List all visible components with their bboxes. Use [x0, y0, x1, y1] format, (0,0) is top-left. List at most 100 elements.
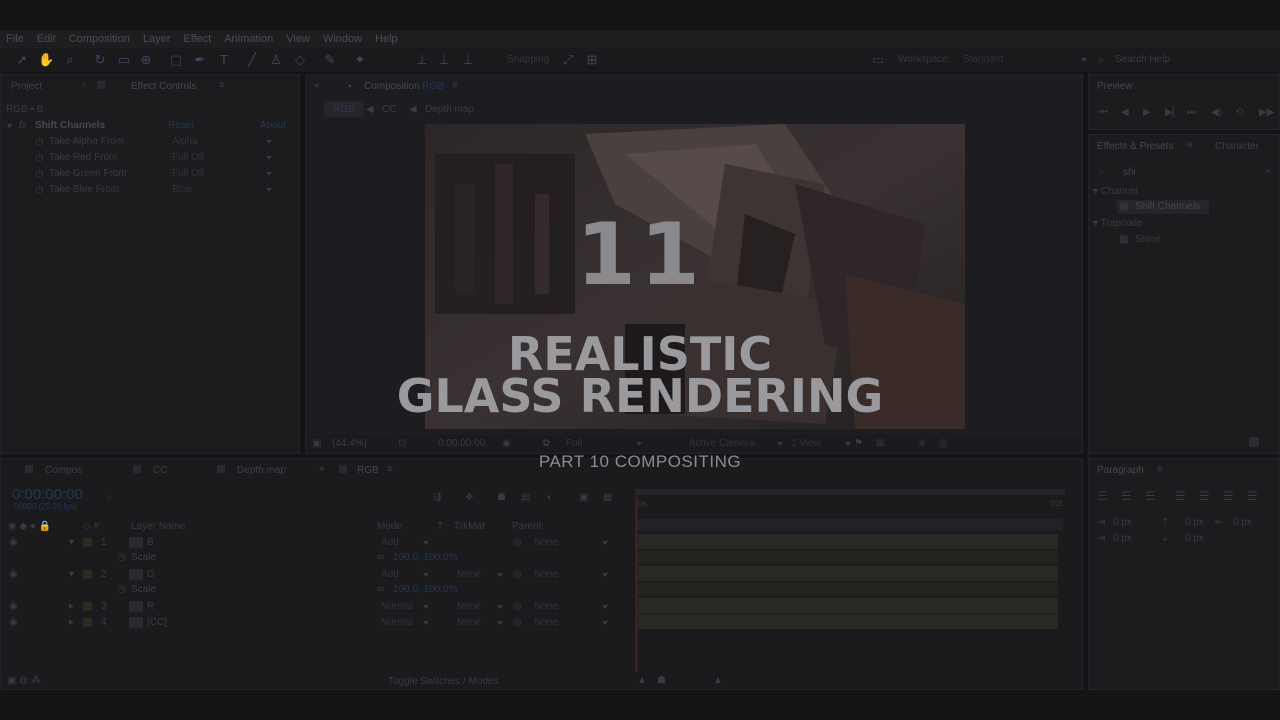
tab-project[interactable]: Project [11, 81, 42, 92]
label-color[interactable] [83, 570, 92, 579]
menu-window[interactable]: Window [323, 33, 362, 45]
zoom-in-icon[interactable]: ▲ [713, 675, 723, 686]
snapping-label[interactable]: Snapping [507, 54, 549, 65]
lock-icon[interactable] [97, 81, 105, 89]
col-layer-name[interactable]: Layer Name [131, 521, 185, 532]
pan-behind-tool-icon[interactable]: ⊕ [138, 52, 154, 68]
layer-bar[interactable] [638, 598, 1058, 613]
flow-depth-map[interactable]: Depth map [425, 104, 474, 115]
parent-select[interactable]: None [534, 617, 608, 628]
align-center-icon[interactable]: ☰ [1121, 489, 1132, 503]
twirl-icon[interactable]: ▸ [69, 601, 74, 612]
menu-layer[interactable]: Layer [143, 33, 171, 45]
align-right-icon[interactable]: ☰ [1145, 489, 1156, 503]
menu-effect[interactable]: Effect [183, 33, 211, 45]
hide-shy-icon[interactable]: ☗ [497, 492, 506, 503]
axis-world-icon[interactable]: ⊥ [436, 52, 452, 68]
eye-icon[interactable]: ◉ [9, 601, 18, 612]
last-frame-icon[interactable]: ⏭ [1187, 107, 1196, 118]
eraser-tool-icon[interactable]: ◇ [292, 52, 308, 68]
rotate-tool-icon[interactable]: ↻ [92, 52, 108, 68]
tab-character[interactable]: Character [1215, 141, 1259, 152]
pen-tool-icon[interactable]: ✒ [192, 52, 208, 68]
scale-value[interactable]: 100.0, 100.0% [393, 584, 458, 595]
puppet-tool-icon[interactable]: ✦ [352, 52, 368, 68]
time-ruler[interactable] [637, 519, 1063, 531]
pickwhip-icon[interactable]: ◎ [513, 537, 522, 548]
brainstorm-icon[interactable]: ▦ [603, 492, 612, 503]
reset-link[interactable]: Reset [168, 120, 194, 131]
prop-select[interactable]: Alpha [172, 136, 272, 147]
about-link[interactable]: About [260, 120, 286, 131]
hand-tool-icon[interactable]: ✋ [38, 52, 54, 68]
workspace-icon[interactable]: ▭ [870, 52, 886, 68]
constrain-icon[interactable]: ∞ [377, 552, 384, 563]
menu-edit[interactable]: Edit [37, 33, 56, 45]
play-icon[interactable]: ▶ [1143, 107, 1151, 118]
zoom-select[interactable]: (44.4%) [332, 438, 367, 449]
twirl-icon[interactable]: ▸ [69, 617, 74, 628]
audio-icon[interactable]: ◀) [1211, 107, 1222, 118]
comp-toggle-icon[interactable]: ▣ ◍ ⁂ [7, 675, 41, 686]
mode-select[interactable]: Add [381, 569, 429, 580]
layer-bar[interactable] [638, 614, 1058, 629]
first-line-indent-value[interactable]: 0 px [1113, 533, 1132, 544]
frame-blending-icon[interactable]: ▤ [521, 492, 530, 503]
align-left-icon[interactable]: ☰ [1097, 489, 1108, 503]
effects-search-input[interactable]: shi [1123, 167, 1136, 178]
zoom-out-icon[interactable]: ▲ [637, 675, 647, 686]
first-frame-icon[interactable]: ⏮ [1099, 107, 1108, 118]
expand-triangle-icon[interactable]: ▾ [7, 121, 12, 132]
justify-left-icon[interactable]: ☰ [1175, 489, 1186, 503]
axis-local-icon[interactable]: ⊥ [414, 52, 430, 68]
close-icon[interactable]: × [81, 80, 87, 91]
toggle-switches-modes[interactable]: Toggle Switches / Modes [388, 676, 499, 687]
stopwatch-icon[interactable]: ◷ [35, 136, 44, 147]
tab-composition-name[interactable]: RGB [422, 81, 444, 92]
stopwatch-icon[interactable]: ◷ [35, 168, 44, 179]
ram-preview-icon[interactable]: ▶▶ [1259, 107, 1274, 118]
menu-composition[interactable]: Composition [69, 33, 130, 45]
snap-icon[interactable]: ⤢ [560, 52, 576, 68]
layer-name[interactable]: B [147, 537, 154, 548]
parent-select[interactable]: None [534, 537, 608, 548]
trkmat-select[interactable]: None [457, 617, 503, 628]
justify-all-icon[interactable]: ☰ [1247, 489, 1258, 503]
grid-icon[interactable]: ⊞ [876, 438, 884, 449]
lock-icon[interactable]: ▪ [348, 81, 352, 92]
space-after-value[interactable]: 0 px [1185, 533, 1204, 544]
group-channel[interactable]: ▾ Channel [1093, 186, 1138, 197]
justify-center-icon[interactable]: ☰ [1199, 489, 1210, 503]
prop-select[interactable]: Full Off [172, 152, 272, 163]
search-help-input[interactable]: Search Help [1115, 54, 1170, 65]
type-tool-icon[interactable]: T [216, 52, 232, 68]
pickwhip-icon[interactable]: ◎ [513, 617, 522, 628]
snapshot-icon[interactable]: ▣ [312, 438, 321, 449]
fx-icon[interactable]: fx [19, 120, 27, 131]
mode-select[interactable]: Normal [381, 617, 429, 628]
brush-tool-icon[interactable]: ╱ [244, 52, 260, 68]
roto-brush-tool-icon[interactable]: ✎ [322, 52, 338, 68]
new-folder-icon[interactable] [1249, 437, 1259, 447]
table-row[interactable]: ◉ ▸ 3 R Normal None ◎ None [1, 599, 621, 615]
mode-select[interactable]: Add [381, 537, 429, 548]
stopwatch-icon[interactable]: ◷ [35, 184, 44, 195]
constrain-icon[interactable]: ∞ [377, 584, 384, 595]
parent-select[interactable]: None [534, 601, 608, 612]
camera-select[interactable]: Active Camera [689, 438, 783, 449]
selection-tool-icon[interactable]: ➚ [14, 52, 30, 68]
reset-exposure-icon[interactable]: ◎ [939, 438, 948, 449]
motion-blur-icon[interactable]: ◐ [547, 492, 553, 503]
fit-icon[interactable]: ⊡ [398, 438, 406, 449]
tab-effect-controls[interactable]: Effect Controls [131, 81, 196, 92]
twirl-icon[interactable]: ▾ [69, 537, 74, 548]
trkmat-select[interactable]: None [457, 569, 503, 580]
camera-snapshot-icon[interactable]: ◉ [502, 438, 511, 449]
col-mode[interactable]: Mode [377, 521, 402, 532]
snap-options-icon[interactable]: ⊞ [584, 52, 600, 68]
resolution-select[interactable]: Full [566, 438, 642, 449]
prop-select[interactable]: Blue [172, 184, 272, 195]
work-area-bar[interactable] [635, 489, 1065, 495]
search-icon[interactable]: ⌕ [107, 492, 113, 503]
views-select[interactable]: 1 View [791, 438, 851, 449]
